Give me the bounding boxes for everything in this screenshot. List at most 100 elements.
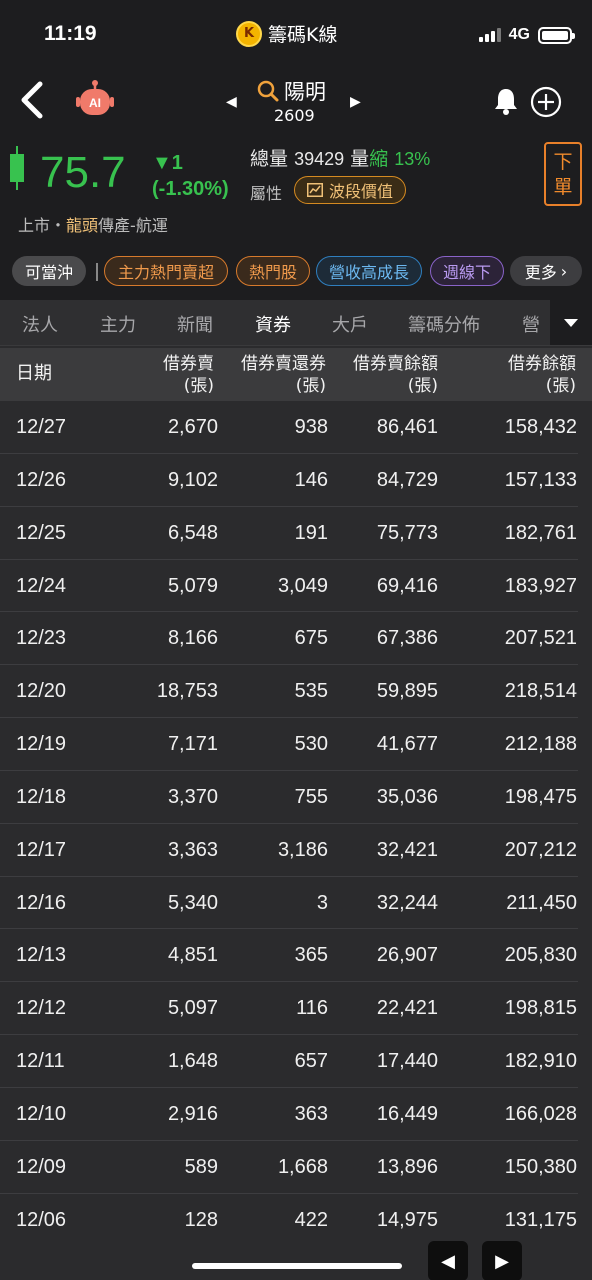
cell-date: 12/18	[16, 785, 67, 808]
tab-margin[interactable]: 資券	[255, 311, 291, 337]
candlestick-icon	[10, 146, 24, 190]
sector-label: 傳產-航運	[98, 216, 168, 235]
cell-date: 12/10	[16, 1102, 67, 1125]
cell-borrow-return: 1,668	[277, 1155, 328, 1178]
tab-institutional[interactable]: 法人	[22, 311, 58, 337]
cell-date: 12/11	[16, 1050, 65, 1073]
wave-value-button[interactable]: 波段價值	[294, 176, 407, 204]
stock-header: AI ◀ 陽明 2609 ▶ 75.7 ▼1 (-1.30%) 總量 39429…	[0, 68, 592, 300]
status-app-title: K 籌碼K線	[236, 20, 337, 47]
header-borrow-sell-balance-unit: (張)	[407, 376, 438, 396]
header-borrow-return-unit: (張)	[295, 376, 326, 396]
next-page-icon: ▶	[495, 1250, 509, 1272]
cell-date: 12/12	[16, 997, 67, 1020]
table-row: 12/20 18,753 535 59,895 218,514	[0, 665, 578, 719]
cell-borrow-balance: 205,830	[504, 944, 577, 967]
stock-code: 2609	[274, 106, 315, 125]
volume-ratio-label: 量	[350, 148, 370, 170]
cell-borrow-return: 675	[294, 627, 328, 650]
tab-revenue[interactable]: 營	[522, 311, 540, 337]
tab-main-force[interactable]: 主力	[100, 311, 136, 337]
cell-borrow-sell-balance: 32,244	[376, 891, 438, 914]
cell-borrow-sell-balance: 86,461	[376, 416, 438, 438]
cell-borrow-return: 535	[294, 680, 328, 703]
cell-borrow-sell-balance: 32,421	[376, 838, 438, 861]
tag-revenue-growth[interactable]: 營收高成長	[316, 256, 422, 286]
header-borrow-sell-title: 借券賣	[163, 354, 214, 374]
cell-borrow-return: 755	[294, 785, 328, 808]
cell-borrow-sell: 4,851	[167, 944, 218, 967]
network-label: 4G	[508, 26, 530, 43]
cell-borrow-sell-balance: 14,975	[376, 1208, 438, 1231]
cell-borrow-balance: 166,028	[504, 1102, 577, 1125]
cell-borrow-sell: 18,753	[156, 680, 218, 703]
cell-borrow-return: 363	[294, 1102, 328, 1125]
prev-page-button[interactable]: ◀	[428, 1241, 468, 1280]
tag-day-trade[interactable]: 可當沖	[12, 256, 86, 286]
cell-borrow-sell: 5,097	[167, 997, 218, 1020]
tag-hot-stock[interactable]: 熱門股	[236, 256, 310, 286]
cell-borrow-return: 146	[294, 468, 328, 491]
header-borrow-sell-unit: (張)	[183, 376, 214, 396]
next-page-button[interactable]: ▶	[482, 1241, 522, 1280]
cell-borrow-sell: 2,670	[167, 416, 218, 438]
chevron-right-icon: ›	[560, 261, 568, 281]
table-row: 12/10 2,916 363 16,449 166,028	[0, 1088, 578, 1141]
volume-label: 總量	[250, 148, 289, 170]
cell-date: 12/13	[16, 944, 67, 967]
header-borrow-balance: 借券餘額 (張)	[508, 353, 576, 397]
cell-borrow-sell-balance: 75,773	[376, 521, 438, 544]
order-button[interactable]: 下 單	[544, 142, 582, 206]
next-stock-icon[interactable]: ▶	[350, 94, 361, 110]
change-percent: (-1.30%)	[152, 178, 229, 200]
table-row: 12/26 9,102 146 84,729 157,133	[0, 454, 578, 507]
cell-borrow-sell-balance: 22,421	[376, 997, 438, 1020]
cell-borrow-balance: 131,175	[504, 1208, 577, 1231]
table-row: 12/19 7,171 530 41,677 212,188	[0, 718, 578, 771]
stock-name: 陽明	[284, 80, 326, 104]
volume-ratio-word: 縮	[369, 148, 389, 170]
tag-weekly-down[interactable]: 週線下	[430, 256, 504, 286]
ai-robot-icon[interactable]: AI	[72, 80, 118, 120]
back-icon[interactable]	[14, 78, 50, 122]
tab-dropdown-button[interactable]	[550, 300, 592, 345]
prev-stock-icon[interactable]: ◀	[226, 94, 237, 110]
add-watchlist-icon[interactable]	[530, 86, 562, 118]
tab-chip-distribution[interactable]: 籌碼分佈	[408, 311, 480, 337]
table-row: 12/23 8,166 675 67,386 207,521	[0, 612, 578, 666]
price-change: ▼1 (-1.30%)	[152, 150, 229, 202]
cell-borrow-sell: 589	[184, 1155, 218, 1178]
header-borrow-return-title: 借券賣還券	[241, 354, 326, 374]
cell-borrow-sell: 3,363	[167, 838, 218, 861]
cell-date: 12/17	[16, 838, 67, 861]
cell-borrow-return: 3,186	[277, 838, 328, 861]
tag-main-force-sell[interactable]: 主力熱門賣超	[104, 256, 228, 286]
search-icon	[257, 80, 279, 102]
signal-icon	[478, 28, 501, 42]
cell-borrow-balance: 182,761	[504, 521, 577, 544]
cell-borrow-sell-balance: 35,036	[376, 785, 438, 808]
cell-date: 12/19	[16, 733, 67, 756]
cell-borrow-sell-balance: 13,896	[376, 1155, 438, 1178]
chevron-down-icon	[564, 319, 578, 327]
cell-date: 12/06	[16, 1208, 67, 1231]
more-tags-button[interactable]: 更多 ›	[510, 256, 582, 286]
stock-search[interactable]: 陽明	[256, 76, 326, 106]
market-sector-line: 上市・龍頭傳產-航運	[18, 212, 168, 236]
battery-icon	[538, 26, 575, 44]
cell-borrow-return: 3	[316, 891, 328, 914]
cell-borrow-sell: 8,166	[167, 627, 218, 650]
table-row: 12/25 6,548 191 75,773 182,761	[0, 507, 578, 560]
cell-borrow-balance: 198,815	[504, 997, 577, 1020]
bottom-bar: ◀ ▶	[0, 1236, 592, 1280]
cell-date: 12/25	[16, 521, 67, 544]
cell-borrow-sell: 2,916	[167, 1102, 218, 1125]
table-row: 12/09 589 1,668 13,896 150,380	[0, 1141, 578, 1194]
tab-news[interactable]: 新聞	[177, 311, 213, 337]
order-button-bottom: 單	[553, 176, 573, 198]
header-borrow-sell-balance: 借券賣餘額 (張)	[353, 353, 438, 397]
cell-borrow-return: 530	[294, 733, 328, 756]
tab-big-holders[interactable]: 大戶	[332, 311, 368, 337]
bell-icon[interactable]	[492, 86, 520, 116]
cell-borrow-sell-balance: 26,907	[376, 944, 438, 967]
